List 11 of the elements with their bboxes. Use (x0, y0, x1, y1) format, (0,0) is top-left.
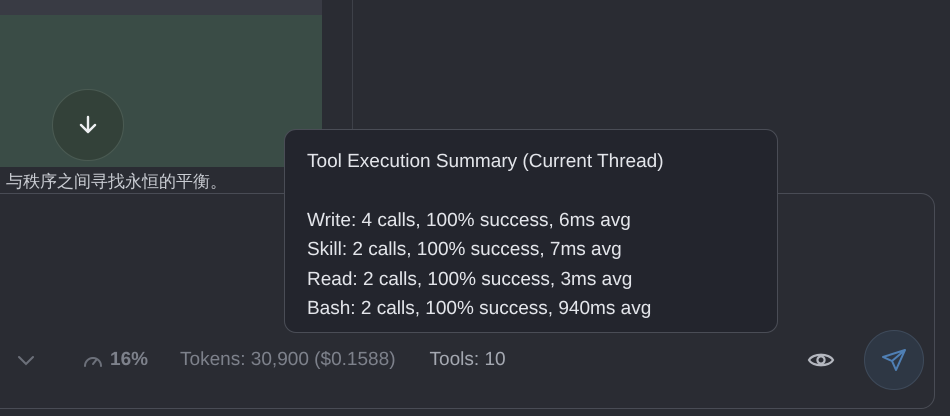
tools-count[interactable]: Tools: 10 (430, 349, 506, 371)
tooltip-line: Skill: 2 calls, 100% success, 7ms avg (307, 238, 623, 262)
context-usage: 16% (110, 349, 148, 371)
paper-plane-icon (880, 346, 908, 374)
message-text: 与秩序之间寻找永恒的平衡。 (5, 171, 228, 193)
tooltip-title: Tool Execution Summary (Current Thread) (307, 150, 665, 174)
tooltip-line: Bash: 2 calls, 100% success, 940ms avg (307, 297, 652, 321)
chevron-down-icon[interactable] (17, 354, 35, 366)
token-count: Tokens: 30,900 ($0.1588) (180, 349, 396, 371)
tooltip-line: Read: 2 calls, 100% success, 3ms avg (307, 268, 634, 292)
tooltip-line: Write: 4 calls, 100% success, 6ms avg (307, 208, 632, 232)
